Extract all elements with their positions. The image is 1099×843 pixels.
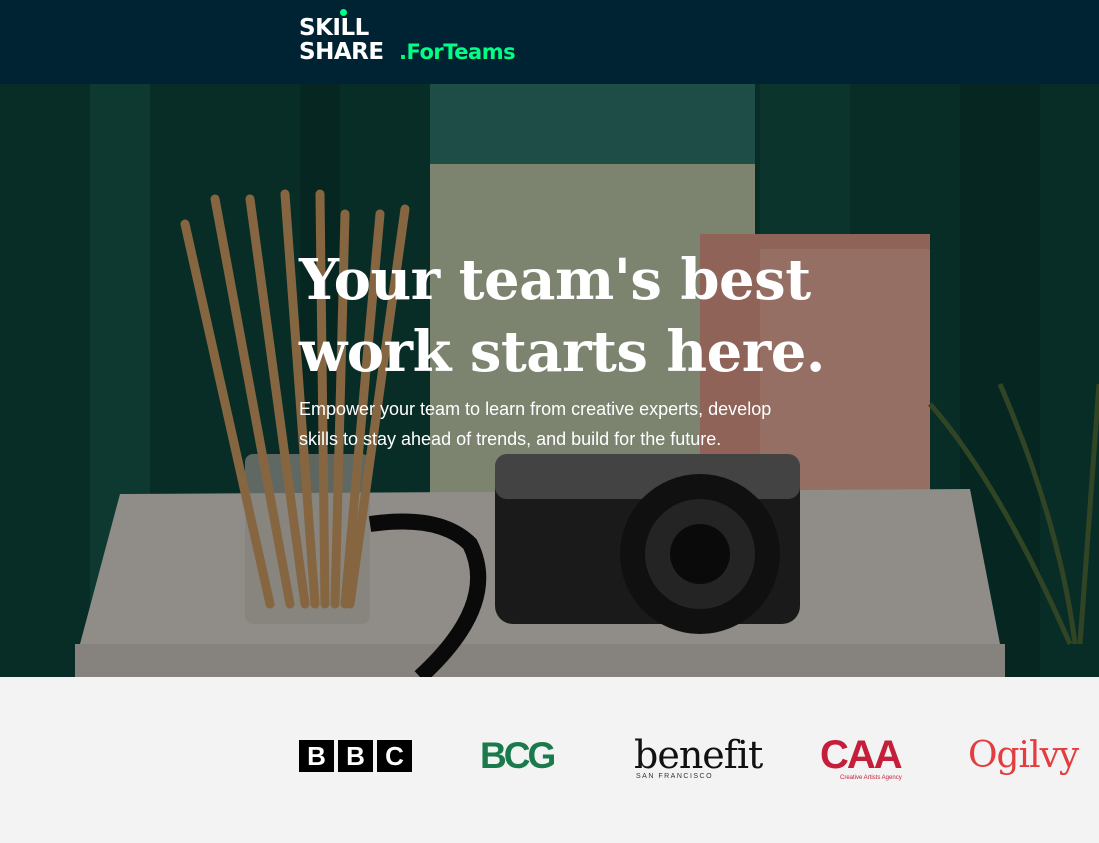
bbc-logo-letter: B bbox=[338, 740, 373, 772]
benefit-logo-subtitle: SAN FRANCISCO bbox=[636, 773, 714, 780]
hero-subheadline-line-2: skills to stay ahead of trends, and buil… bbox=[299, 429, 722, 449]
logo-dot-icon bbox=[340, 9, 347, 16]
caa-logo: CAA bbox=[820, 733, 903, 777]
bcg-logo: BCG bbox=[480, 735, 556, 776]
logo-line-skill: SKILL bbox=[299, 15, 369, 41]
caa-logo-subtitle: Creative Artists Agency bbox=[840, 775, 902, 781]
logo-line-share: SHARE bbox=[299, 39, 384, 65]
benefit-logo: benefit bbox=[634, 733, 763, 777]
logo-for-teams: .ForTeams bbox=[399, 40, 516, 64]
top-navigation-bar: SKILL SHARE .ForTeams bbox=[0, 0, 1099, 84]
hero-headline-line-2: work starts here. bbox=[299, 319, 825, 385]
hero-banner: Your team's best work starts here. Empow… bbox=[0, 84, 1099, 677]
ogilvy-logo: Ogilvy bbox=[968, 735, 1079, 776]
bbc-logo-letter: C bbox=[377, 740, 412, 772]
hero-headline-line-1: Your team's best bbox=[299, 247, 811, 313]
hero-subheadline-line-1: Empower your team to learn from creative… bbox=[299, 399, 772, 419]
bbc-logo-letter: B bbox=[299, 740, 334, 772]
bbc-logo: B B C bbox=[299, 740, 412, 772]
hero-subheadline: Empower your team to learn from creative… bbox=[299, 394, 859, 454]
hero-headline: Your team's best work starts here. bbox=[299, 244, 899, 388]
customer-logos-strip: B B C BCG benefit SAN FRANCISCO CAA Crea… bbox=[0, 677, 1099, 843]
skillshare-for-teams-logo[interactable]: SKILL SHARE .ForTeams bbox=[299, 8, 539, 68]
